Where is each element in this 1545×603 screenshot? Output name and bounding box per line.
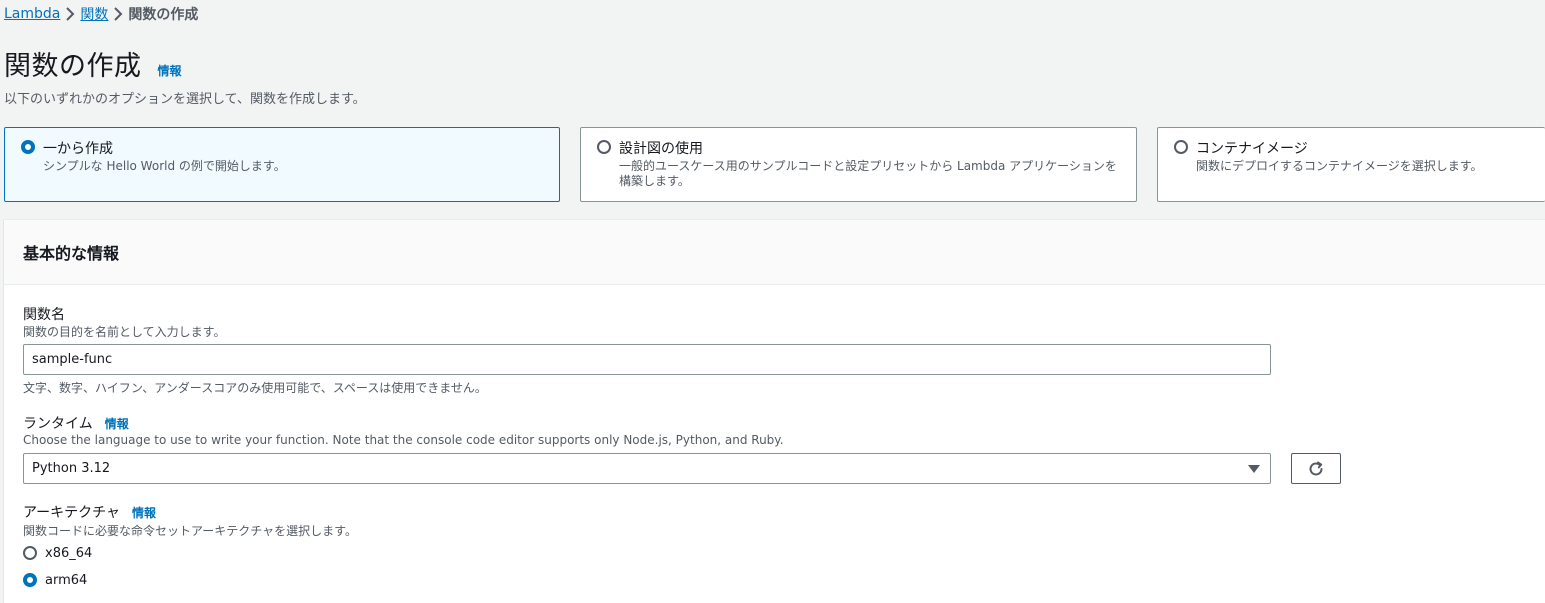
- caret-down-icon: [1248, 465, 1260, 473]
- option-title: 設計図の使用: [619, 141, 703, 157]
- header-info-link[interactable]: 情報: [158, 62, 182, 79]
- function-name-label: 関数名: [23, 304, 65, 324]
- architecture-description: 関数コードに必要な命令セットアーキテクチャを選択します。: [23, 524, 357, 538]
- basic-info-panel: 基本的な情報 関数名 関数の目的を名前として入力します。 sample-func…: [4, 219, 1545, 603]
- option-container-image[interactable]: コンテナイメージ 関数にデプロイするコンテナイメージを選択します。: [1157, 127, 1545, 202]
- page-header: 関数の作成 情報: [4, 44, 182, 83]
- page-title: 関数の作成: [4, 51, 142, 82]
- breadcrumb: Lambda 関数 関数の作成: [4, 4, 198, 24]
- option-description-line: 一般的ユースケース用のサンプルコードと設定プリセットから Lambda アプリケ…: [619, 159, 1117, 173]
- runtime-description: Choose the language to use to write your…: [23, 433, 784, 447]
- breadcrumb-current: 関数の作成: [128, 7, 199, 23]
- architecture-info-link[interactable]: 情報: [132, 504, 156, 521]
- create-function-page: Lambda 関数 関数の作成 関数の作成 情報 以下のいずれかのオプションを選…: [0, 0, 1545, 603]
- option-description-line: 構築します。: [619, 174, 690, 188]
- chevron-right-icon: [60, 7, 80, 21]
- panel-title: 基本的な情報: [23, 244, 120, 263]
- radio-arm64[interactable]: [23, 573, 37, 587]
- function-name-description: 関数の目的を名前として入力します。: [23, 325, 226, 339]
- option-title: 一から作成: [43, 141, 113, 157]
- option-title: コンテナイメージ: [1196, 141, 1308, 157]
- radio-label: arm64: [45, 572, 88, 588]
- page-description: 以下のいずれかのオプションを選択して、関数を作成します。: [4, 92, 366, 107]
- runtime-label-text: ランタイム: [23, 416, 93, 432]
- runtime-selected-value: Python 3.12: [32, 461, 111, 476]
- chevron-right-icon: [108, 7, 128, 21]
- option-description: 関数にデプロイするコンテナイメージを選択します。: [1196, 159, 1483, 173]
- option-radio-blueprint[interactable]: [597, 140, 611, 154]
- refresh-runtime-button[interactable]: [1291, 453, 1341, 484]
- option-author-from-scratch[interactable]: 一から作成 シンプルな Hello World の例で開始します。: [4, 127, 560, 202]
- panel-header: 基本的な情報: [4, 220, 1545, 285]
- function-name-input[interactable]: sample-func: [23, 344, 1271, 375]
- option-use-blueprint[interactable]: 設計図の使用 一般的ユースケース用のサンプルコードと設定プリセットから Lamb…: [580, 127, 1137, 202]
- architecture-label-text: アーキテクチャ: [23, 505, 121, 521]
- breadcrumb-functions-link[interactable]: 関数: [80, 4, 108, 24]
- runtime-label: ランタイム 情報: [23, 413, 129, 433]
- option-description: シンプルな Hello World の例で開始します。: [43, 159, 286, 173]
- function-name-label-text: 関数名: [23, 307, 65, 323]
- function-name-constraint: 文字、数字、ハイフン、アンダースコアのみ使用可能で、スペースは使用できません。: [23, 381, 487, 395]
- architecture-option-arm64[interactable]: arm64: [23, 571, 87, 589]
- option-radio-container[interactable]: [1174, 140, 1188, 154]
- architecture-label: アーキテクチャ 情報: [23, 502, 156, 522]
- option-radio-scratch[interactable]: [21, 140, 35, 154]
- runtime-select[interactable]: Python 3.12: [23, 453, 1271, 484]
- runtime-info-link[interactable]: 情報: [105, 415, 129, 432]
- option-description: 一般的ユースケース用のサンプルコードと設定プリセットから Lambda アプリケ…: [619, 159, 1117, 189]
- radio-label: x86_64: [45, 545, 93, 561]
- architecture-option-x86_64[interactable]: x86_64: [23, 544, 92, 562]
- refresh-icon: [1309, 461, 1323, 475]
- radio-x86_64[interactable]: [23, 546, 37, 560]
- breadcrumb-lambda-link[interactable]: Lambda: [4, 6, 60, 22]
